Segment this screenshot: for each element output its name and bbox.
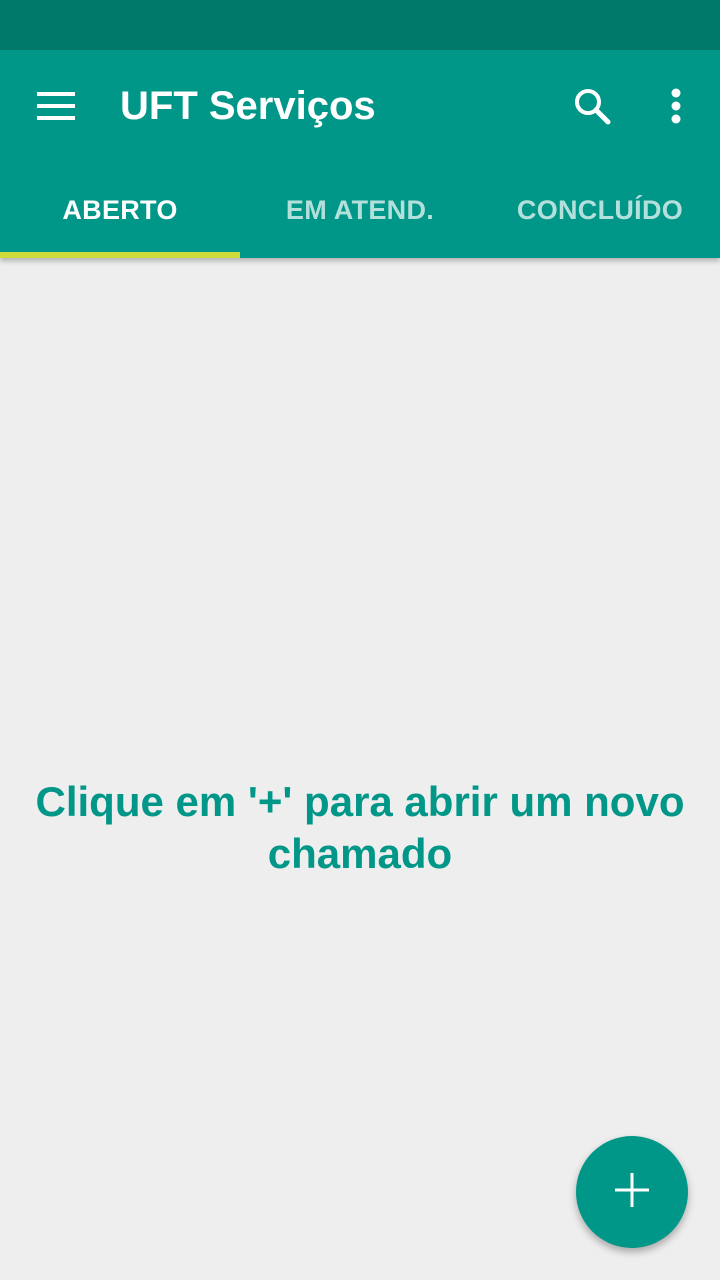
add-icon [615,1172,649,1212]
tab-label: EM ATEND. [285,194,435,225]
menu-button[interactable] [24,74,88,138]
tab-bar: ABERTO EM ATEND. CONCLUÍDO [0,162,720,258]
search-button[interactable] [560,74,624,138]
app-screen: UFT Serviços ABERTO EM ATEND. CONCLUÍDO … [0,0,720,1280]
tab-concluido[interactable]: CONCLUÍDO [480,162,720,258]
app-title: UFT Serviços [120,84,376,128]
toolbar: UFT Serviços [0,50,720,162]
search-icon [573,87,611,125]
tab-selected-indicator [0,252,240,258]
status-bar [0,0,720,50]
empty-state-message: Clique em '+' para abrir um novo chamado [35,778,685,877]
tab-label: CONCLUÍDO [516,194,684,225]
more-options-button[interactable] [644,74,708,138]
tab-aberto[interactable]: ABERTO [0,162,240,258]
tab-em-atendimento[interactable]: EM ATEND. [240,162,480,258]
tab-label: ABERTO [62,194,178,225]
app-bar: UFT Serviços ABERTO EM ATEND. CONCLUÍDO [0,50,720,258]
hamburger-menu-icon [37,92,75,120]
tab-content: Clique em '+' para abrir um novo chamado [0,258,720,1280]
more-vert-icon [671,88,681,124]
add-request-fab[interactable] [576,1136,688,1248]
